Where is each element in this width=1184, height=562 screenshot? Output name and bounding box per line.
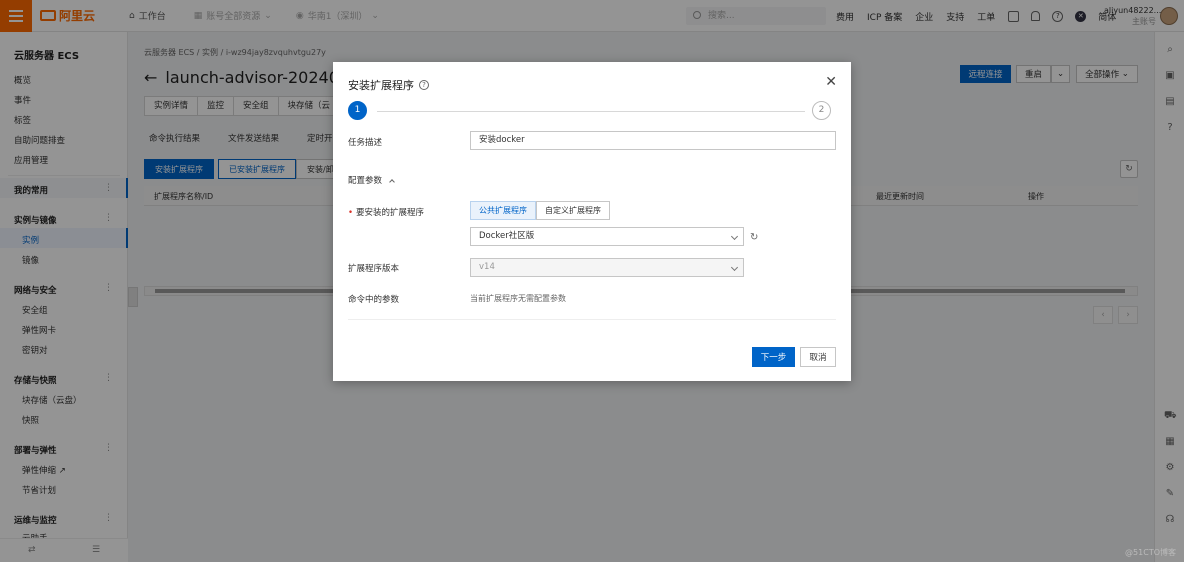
extension-source-selector: 公共扩展程序 自定义扩展程序 [470,201,610,220]
install-extension-dialog: 安装扩展程序? ✕ 1 2 任务描述 安装docker 配置参数 • 要安装的扩展… [333,62,851,381]
task-description-label: 任务描述 [348,138,383,148]
extension-label: • 要安装的扩展程序 [348,208,425,218]
extension-select[interactable]: Docker社区版 [470,227,744,246]
watermark: @51CTO博客 [1125,548,1176,557]
step-progress-line [377,111,805,112]
step-2-indicator: 2 [812,101,831,120]
close-icon[interactable]: ✕ [825,75,837,89]
help-icon[interactable]: ? [419,80,429,90]
config-section-toggle[interactable]: 配置参数 [348,174,395,186]
reload-icon[interactable]: ↻ [750,232,758,243]
dialog-title: 安装扩展程序? [348,77,429,93]
required-icon: • [348,208,354,218]
step-1-indicator: 1 [348,101,367,120]
version-label: 扩展程序版本 [348,264,400,274]
version-select: v14 [470,258,744,277]
divider [348,319,836,320]
public-extensions-option[interactable]: 公共扩展程序 [470,201,536,220]
params-hint: 当前扩展程序无需配置参数 [470,294,566,303]
next-step-button[interactable]: 下一步 [752,347,795,367]
task-description-input[interactable]: 安装docker [470,131,836,150]
params-label: 命令中的参数 [348,295,400,305]
chevron-down-icon [730,263,739,272]
custom-extensions-option[interactable]: 自定义扩展程序 [536,201,610,220]
chevron-down-icon [730,232,739,241]
chevron-up-icon [389,179,395,185]
cancel-button[interactable]: 取消 [800,347,836,367]
